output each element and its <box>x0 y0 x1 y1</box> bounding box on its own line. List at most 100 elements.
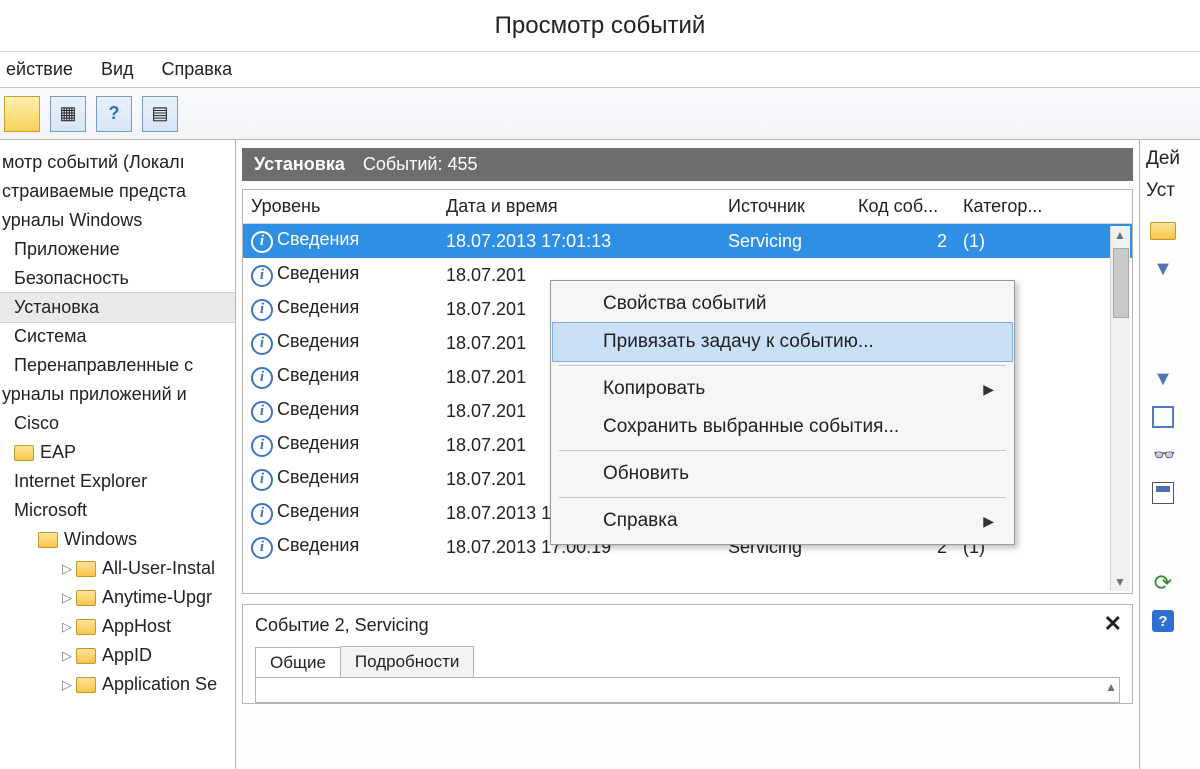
folder-icon <box>76 677 96 693</box>
folder-icon <box>38 532 58 548</box>
action-save-icon[interactable] <box>1148 480 1178 506</box>
info-icon: i <box>251 435 273 457</box>
context-menu-item[interactable]: Копировать▶ <box>553 370 1012 408</box>
tab-details[interactable]: Подробности <box>340 646 475 677</box>
cell-date: 18.07.2013 17:01:13 <box>438 231 720 252</box>
tree-item[interactable]: ▷ Anytime-Upgr <box>0 583 235 612</box>
actions-panel: Дей Уст ▼ ▼ 👓 ⟳ ? <box>1140 140 1200 769</box>
tree-panel: мотр событий (Локалıстраиваемые предстау… <box>0 140 236 769</box>
log-header-name: Установка <box>254 154 345 175</box>
context-menu[interactable]: Свойства событийПривязать задачу к событ… <box>550 280 1015 545</box>
menu-help[interactable]: Справка <box>158 55 247 84</box>
tree-item[interactable]: Система <box>0 322 235 351</box>
cell-level: Сведения <box>277 399 359 419</box>
tree-item-label: Anytime-Upgr <box>102 587 212 608</box>
cell-category: (1) <box>955 231 1132 252</box>
list-scrollbar[interactable] <box>1110 226 1130 591</box>
event-detail: Событие 2, Servicing ✕ Общие Подробности… <box>242 604 1133 704</box>
expander-icon[interactable]: ▷ <box>62 677 74 693</box>
col-code[interactable]: Код соб... <box>850 190 955 223</box>
tree-item[interactable]: Перенаправленные с <box>0 351 235 380</box>
tree-item-label: Установка <box>14 297 99 318</box>
info-icon: i <box>251 231 273 253</box>
cell-level: Сведения <box>277 229 359 249</box>
toolbar-open-icon[interactable] <box>4 96 40 132</box>
toolbar-pane-icon[interactable]: ▤ <box>142 96 178 132</box>
detail-body: ▲ <box>255 677 1120 703</box>
info-icon: i <box>251 333 273 355</box>
folder-icon <box>76 561 96 577</box>
expander-icon[interactable]: ▷ <box>62 619 74 635</box>
tree-item[interactable]: урналы приложений и <box>0 380 235 409</box>
actions-subheader: Уст <box>1144 176 1175 212</box>
cell-level: Сведения <box>277 535 359 555</box>
action-filter-icon[interactable]: ▼ <box>1148 366 1178 392</box>
log-header: Установка Событий: 455 <box>242 148 1133 181</box>
tree-item[interactable]: Microsoft <box>0 496 235 525</box>
action-open-saved-log-icon[interactable] <box>1148 218 1178 244</box>
tree-item[interactable]: ▷AppHost <box>0 612 235 641</box>
action-properties-icon[interactable] <box>1148 404 1178 430</box>
tree-item[interactable]: Приложение <box>0 235 235 264</box>
info-icon: i <box>251 401 273 423</box>
context-menu-item[interactable]: Сохранить выбранные события... <box>553 408 1012 446</box>
tree-item-label: AppID <box>102 645 152 666</box>
context-menu-item[interactable]: Справка ▶ <box>553 502 1012 540</box>
context-menu-label: Копировать <box>603 378 705 400</box>
menu-view[interactable]: Вид <box>97 55 148 84</box>
context-menu-item[interactable]: Свойства событий <box>553 285 1012 323</box>
detail-close-icon[interactable]: ✕ <box>1104 611 1122 637</box>
context-menu-item[interactable]: Обновить <box>553 455 1012 493</box>
expander-icon[interactable]: ▷ <box>62 590 74 606</box>
tree-item[interactable]: Cisco <box>0 409 235 438</box>
tab-general[interactable]: Общие <box>255 647 341 678</box>
detail-title: Событие 2, Servicing <box>255 613 1120 646</box>
action-help-icon[interactable]: ? <box>1148 608 1178 634</box>
tree-item[interactable]: ▷Application Se <box>0 670 235 699</box>
col-source[interactable]: Источник <box>720 190 850 223</box>
col-level[interactable]: Уровень <box>243 190 438 223</box>
expander-icon[interactable]: ▷ <box>62 648 74 664</box>
action-create-view-icon[interactable]: ▼ <box>1148 256 1178 282</box>
table-row[interactable]: iСведения18.07.2013 17:01:13Servicing2(1… <box>243 224 1132 258</box>
tree-item[interactable]: ▷ AppID <box>0 641 235 670</box>
tree-item[interactable]: страиваемые предста <box>0 177 235 206</box>
tree-item[interactable]: EAP <box>0 438 235 467</box>
cell-level: Сведения <box>277 365 359 385</box>
tree-item[interactable]: Internet Explorer <box>0 467 235 496</box>
tree-item[interactable]: Windows <box>0 525 235 554</box>
toolbar: ▦ ? ▤ <box>0 88 1200 140</box>
menu-action[interactable]: ействие <box>2 55 87 84</box>
cell-level: Сведения <box>277 501 359 521</box>
context-menu-separator <box>559 365 1006 366</box>
tree-item-label: Безопасность <box>14 268 129 289</box>
tree-item[interactable]: Безопасность <box>0 264 235 293</box>
menubar: ействие Вид Справка <box>0 52 1200 88</box>
context-menu-label: Обновить <box>603 463 689 485</box>
col-category[interactable]: Категор... <box>955 190 1132 223</box>
tree-item[interactable]: мотр событий (Локалı <box>0 148 235 177</box>
col-date[interactable]: Дата и время <box>438 190 720 223</box>
toolbar-properties-icon[interactable]: ▦ <box>50 96 86 132</box>
expander-icon[interactable]: ▷ <box>62 561 74 577</box>
actions-header: Дей <box>1144 146 1180 176</box>
cell-level: Сведения <box>277 297 359 317</box>
context-menu-item[interactable]: Привязать задачу к событию... <box>553 323 1012 361</box>
tree-item[interactable]: Установка <box>0 293 235 322</box>
submenu-arrow-icon: ▶ <box>983 513 994 530</box>
action-find-icon[interactable]: 👓 <box>1148 442 1178 468</box>
scrollbar-thumb[interactable] <box>1113 248 1129 318</box>
action-refresh-icon[interactable]: ⟳ <box>1148 570 1178 596</box>
tree-item-label: Приложение <box>14 239 120 260</box>
detail-scroll-up-icon[interactable]: ▲ <box>1105 680 1117 694</box>
tree-item[interactable]: урналы Windows <box>0 206 235 235</box>
info-icon: i <box>251 299 273 321</box>
column-headers[interactable]: Уровень Дата и время Источник Код соб...… <box>243 190 1132 224</box>
tree-item[interactable]: ▷All-User-Instal <box>0 554 235 583</box>
context-menu-label: Справка <box>603 510 678 532</box>
toolbar-help-icon[interactable]: ? <box>96 96 132 132</box>
folder-icon <box>14 445 34 461</box>
cell-level: Сведения <box>277 263 359 283</box>
info-icon: i <box>251 265 273 287</box>
info-icon: i <box>251 503 273 525</box>
